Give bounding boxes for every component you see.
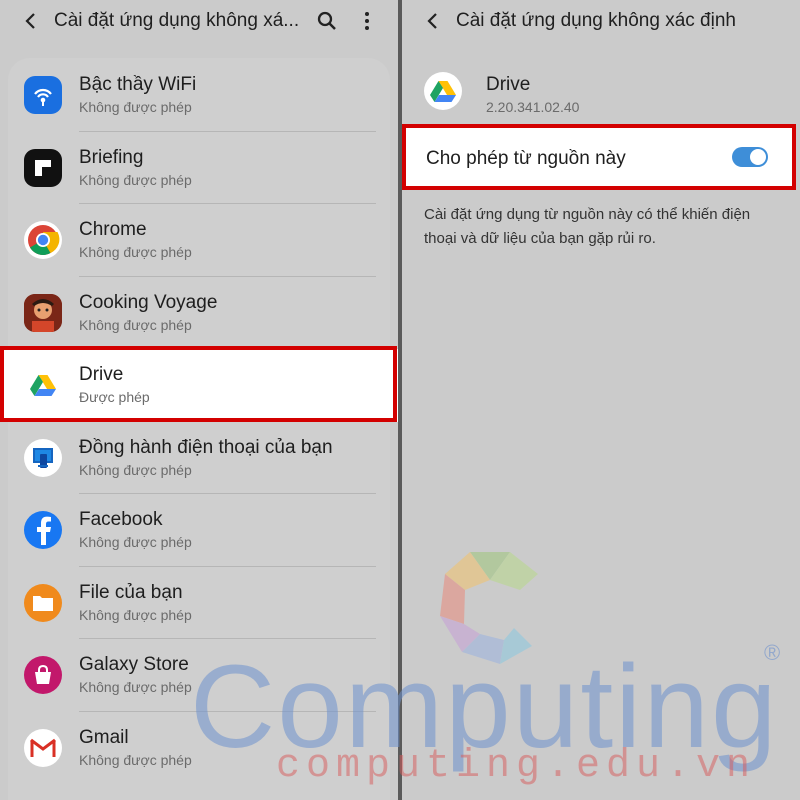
app-name: Chrome bbox=[79, 219, 147, 240]
right-app-bar: Cài đặt ứng dụng không xác định bbox=[402, 0, 800, 42]
app-name: Gmail bbox=[79, 726, 129, 748]
app-name: Đồng hành điện thoại của bạn bbox=[79, 436, 333, 458]
warning-text: Cài đặt ứng dụng từ nguồn này có thể khi… bbox=[424, 206, 751, 247]
list-item[interactable]: Bậc thầy WiFi Không được phép bbox=[0, 59, 398, 132]
app-status: Không được phép bbox=[79, 99, 192, 115]
app-name: Cooking Voyage bbox=[79, 291, 218, 313]
allow-source-setting[interactable]: Cho phép từ nguồn này bbox=[402, 124, 796, 190]
app-status: Không được phép bbox=[79, 171, 192, 188]
app-name: Drive bbox=[79, 364, 124, 385]
search-icon[interactable] bbox=[314, 6, 340, 36]
google-drive-icon bbox=[424, 72, 462, 110]
page-title: Cài đặt ứng dụng không xá... bbox=[54, 10, 300, 31]
app-status: Không được phép bbox=[79, 244, 192, 260]
list-item[interactable]: Briefing Không được phép bbox=[0, 132, 398, 204]
gmail-icon bbox=[24, 728, 62, 767]
galaxy-store-icon bbox=[24, 656, 62, 694]
facebook-icon bbox=[24, 511, 62, 549]
toggle-label: Cho phép từ nguồn này bbox=[426, 148, 626, 169]
app-name: Bậc thầy WiFi bbox=[79, 74, 197, 95]
list-item[interactable]: Facebook Không được phép bbox=[0, 494, 398, 567]
list-item[interactable]: Chrome Không được phép bbox=[0, 204, 398, 277]
allow-source-toggle[interactable] bbox=[732, 147, 768, 167]
more-options-icon[interactable] bbox=[354, 6, 380, 36]
list-item-drive[interactable]: Drive Được phép bbox=[0, 349, 398, 422]
back-arrow-icon[interactable] bbox=[16, 6, 46, 36]
app-status: Không được phép bbox=[79, 534, 192, 550]
app-status: Không được phép bbox=[79, 316, 192, 333]
chrome-icon bbox=[24, 221, 62, 259]
my-files-icon bbox=[24, 583, 62, 622]
app-name: File của bạn bbox=[79, 581, 183, 603]
app-name: Galaxy Store bbox=[79, 654, 189, 675]
app-version: 2.20.341.02.40 bbox=[486, 99, 580, 115]
app-status: Được phép bbox=[79, 389, 150, 405]
page-title: Cài đặt ứng dụng không xác định bbox=[456, 10, 736, 31]
app-name: Drive bbox=[486, 74, 531, 95]
app-info: Drive 2.20.341.02.40 bbox=[402, 70, 800, 120]
cooking-voyage-icon bbox=[24, 293, 62, 332]
app-status: Không được phép bbox=[79, 751, 192, 768]
wifi-master-icon bbox=[24, 76, 62, 114]
app-status: Không được phép bbox=[79, 606, 192, 623]
list-item[interactable]: File của bạn Không được phép bbox=[0, 567, 398, 639]
left-app-bar: Cài đặt ứng dụng không xá... bbox=[0, 0, 398, 42]
app-status: Không được phép bbox=[79, 461, 192, 478]
google-drive-icon bbox=[24, 366, 62, 404]
list-item[interactable]: Cooking Voyage Không được phép bbox=[0, 277, 398, 349]
list-item[interactable]: Đồng hành điện thoại của bạn Không được … bbox=[0, 422, 398, 494]
app-status: Không được phép bbox=[79, 679, 192, 695]
back-arrow-icon[interactable] bbox=[418, 6, 448, 36]
watermark-registered-mark: ® bbox=[764, 640, 781, 665]
watermark-url: computing.edu.vn bbox=[276, 744, 757, 789]
app-name: Briefing bbox=[79, 146, 144, 168]
phone-companion-icon bbox=[24, 438, 62, 477]
toggle-knob bbox=[750, 149, 766, 165]
app-name: Facebook bbox=[79, 509, 163, 530]
briefing-icon bbox=[24, 148, 62, 187]
